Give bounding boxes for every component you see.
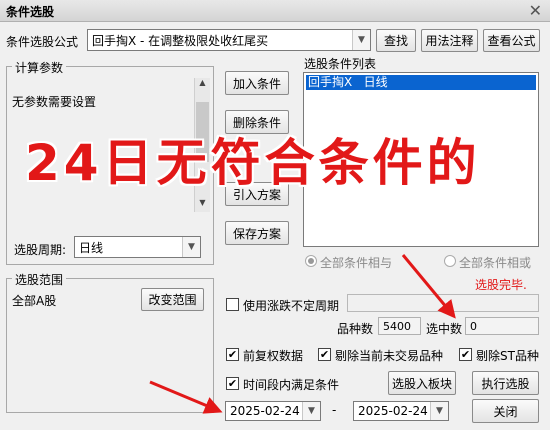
annotation-arrows xyxy=(149,254,456,414)
arrow-to-selected-count xyxy=(401,254,456,319)
arrow-to-start-date xyxy=(149,380,223,414)
